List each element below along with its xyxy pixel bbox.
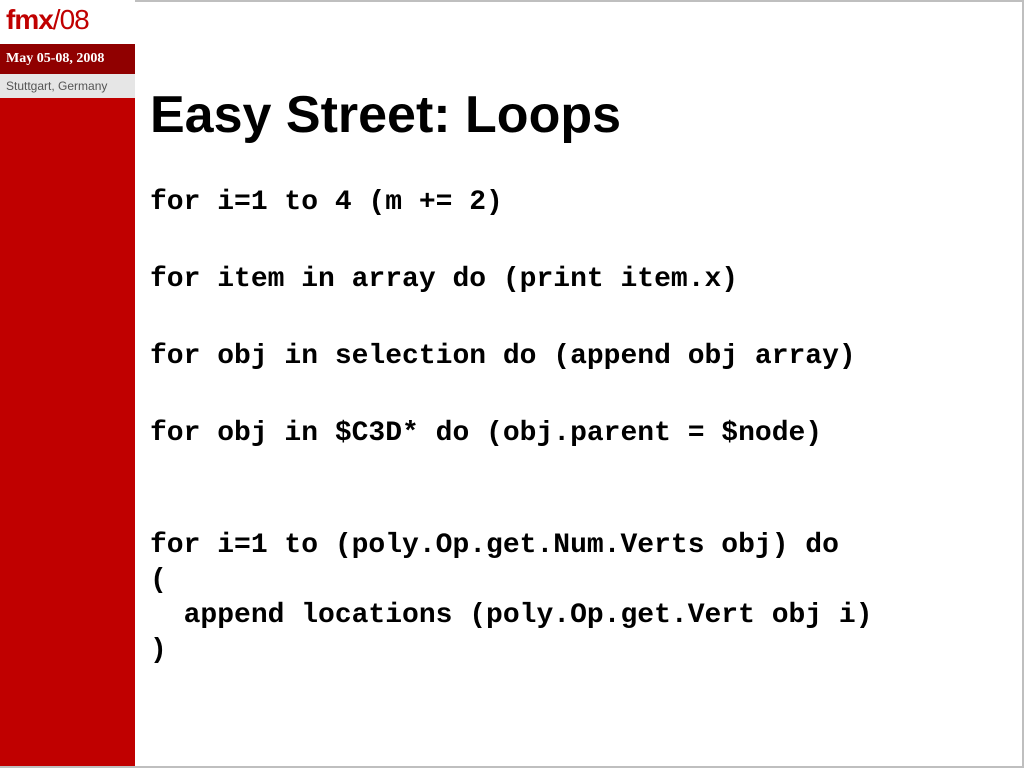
code-block-5: for i=1 to (poly.Op.get.Num.Verts obj) d… xyxy=(150,493,1004,668)
logo-prefix: fmx xyxy=(6,4,53,35)
logo-block: fmx/08 xyxy=(0,0,135,46)
code-line-5a: for i=1 to (poly.Op.get.Num.Verts obj) d… xyxy=(150,530,839,561)
logo-text: fmx/08 xyxy=(6,4,89,36)
code-line-1: for i=1 to 4 (m += 2) xyxy=(150,185,1004,220)
code-line-5d: ) xyxy=(150,635,167,666)
code-line-5b: ( xyxy=(150,565,167,596)
location-bar: Stuttgart, Germany xyxy=(0,74,135,98)
content-area: Easy Street: Loops for i=1 to 4 (m += 2)… xyxy=(150,85,1004,668)
slide: fmx/08 May 05-08, 2008 Stuttgart, German… xyxy=(0,0,1024,768)
code-line-2: for item in array do (print item.x) xyxy=(150,262,1004,297)
border-top xyxy=(135,0,1024,2)
date-bar: May 05-08, 2008 xyxy=(0,44,135,74)
logo-year: /08 xyxy=(53,4,89,35)
code-line-3: for obj in selection do (append obj arra… xyxy=(150,339,1004,374)
slide-title: Easy Street: Loops xyxy=(150,85,1004,145)
code-line-5c: append locations (poly.Op.get.Vert obj i… xyxy=(150,600,873,631)
code-line-4: for obj in $C3D* do (obj.parent = $node) xyxy=(150,416,1004,451)
sidebar: fmx/08 May 05-08, 2008 Stuttgart, German… xyxy=(0,0,135,768)
